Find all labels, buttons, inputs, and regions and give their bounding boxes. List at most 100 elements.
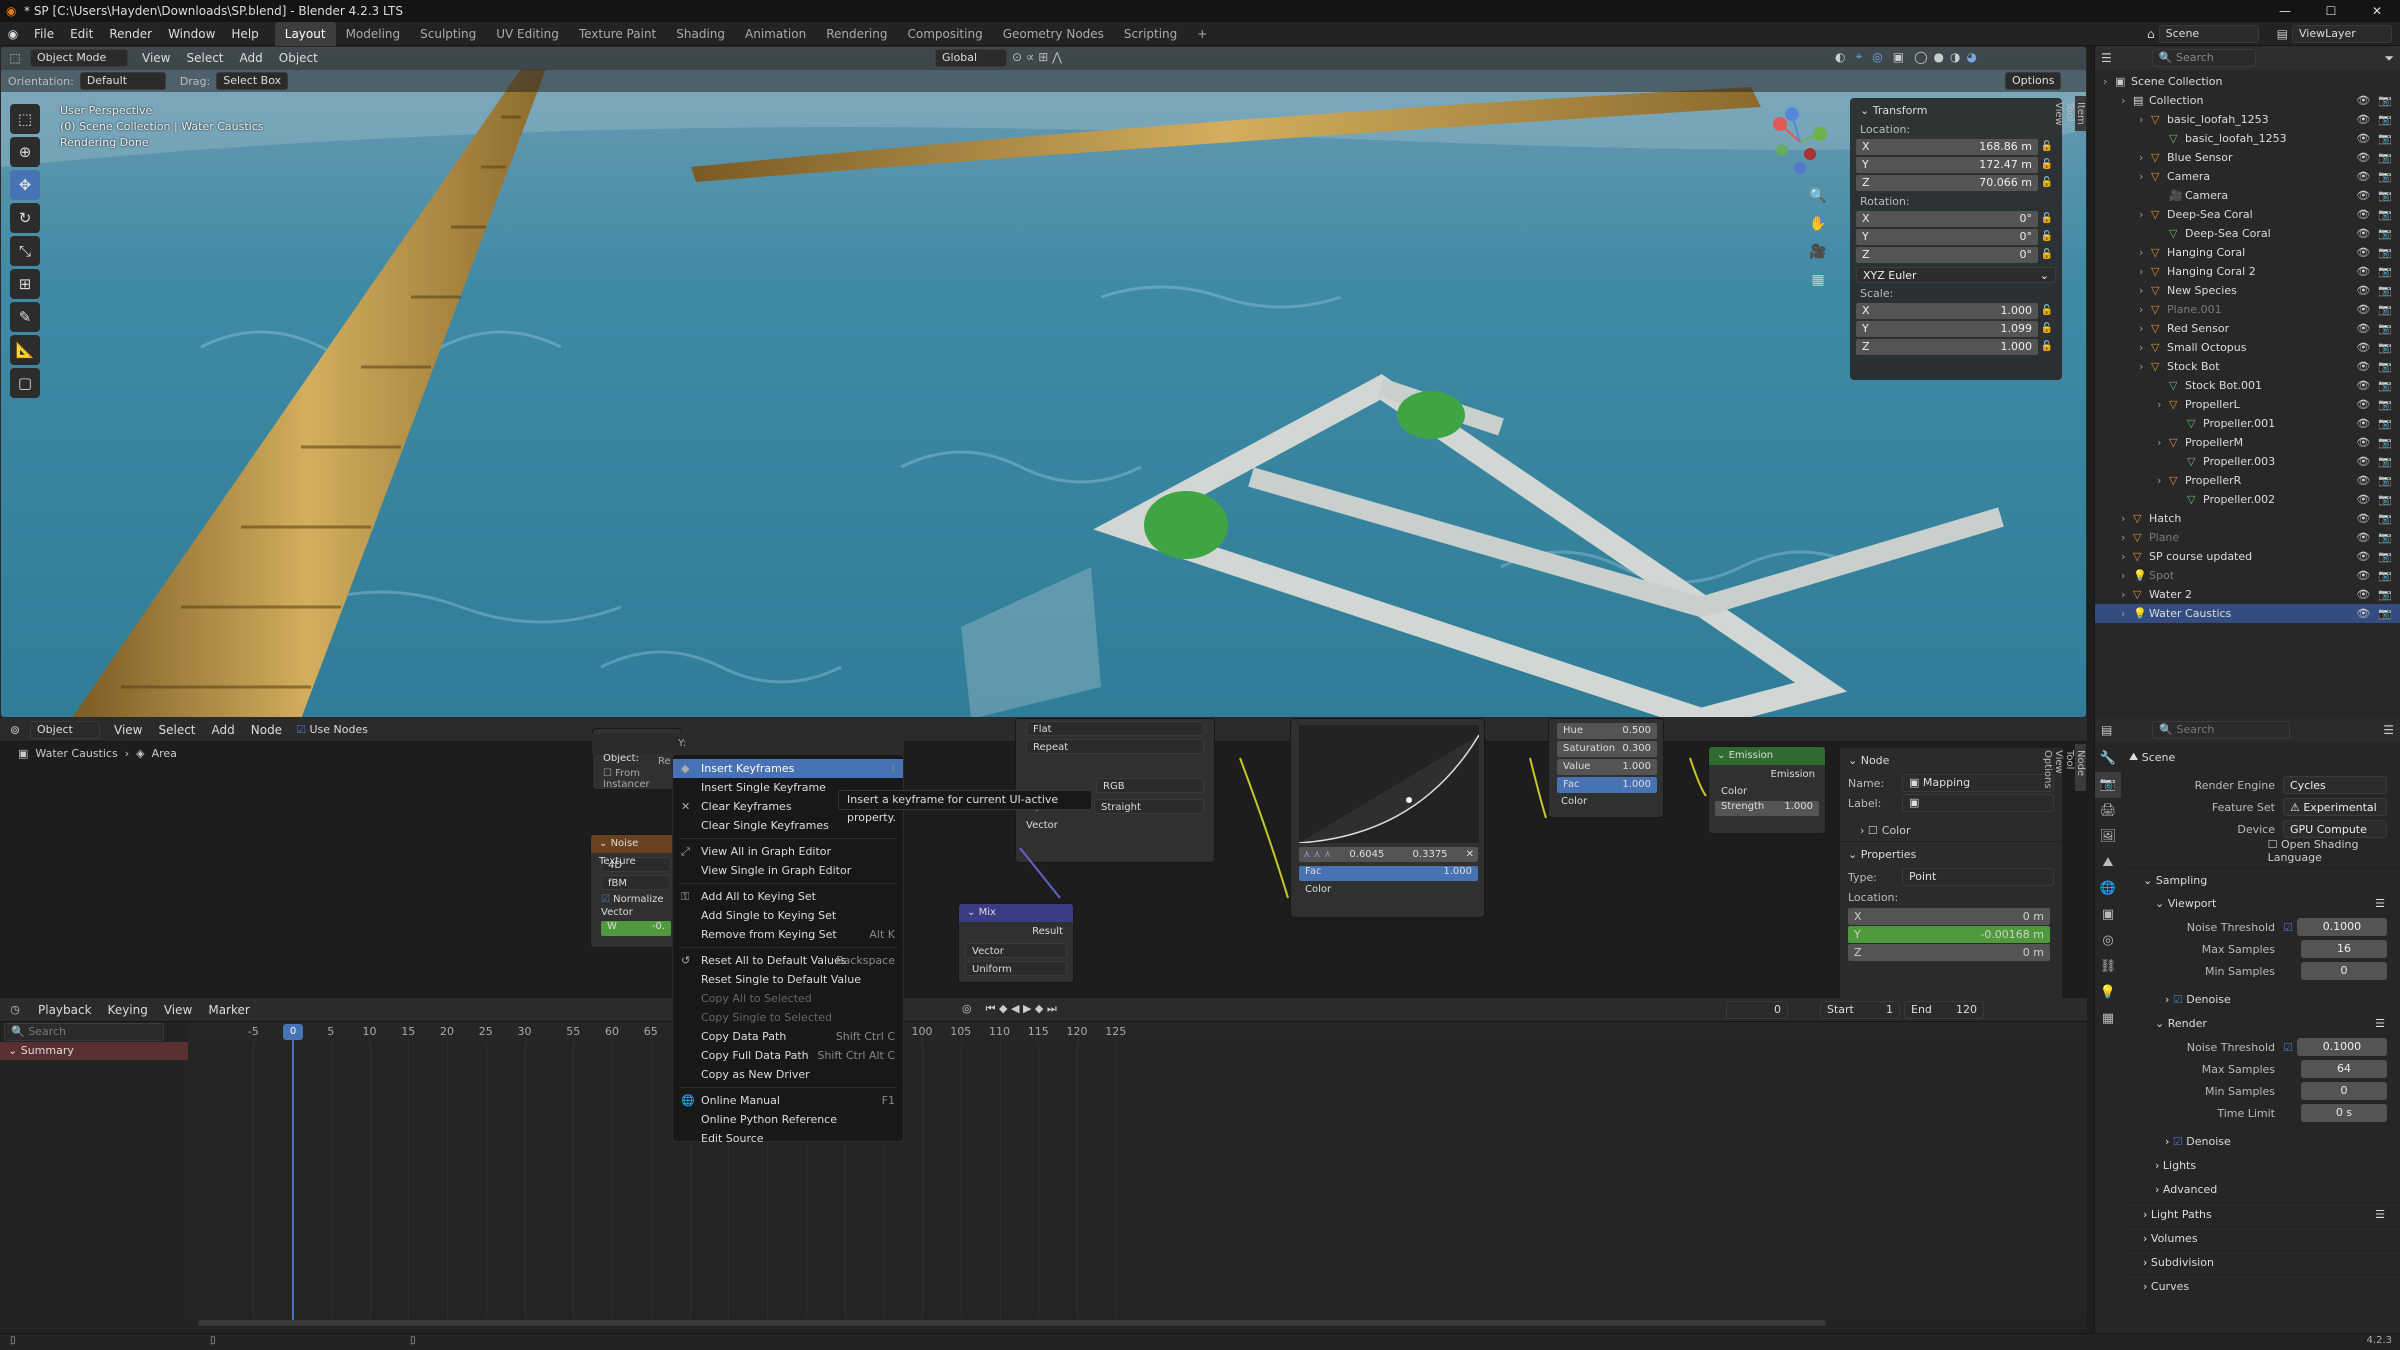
curves-section[interactable]: › Curves (2125, 1274, 2400, 1298)
visibility-eye-icon[interactable]: 👁 (2356, 151, 2370, 164)
view-layer-tab-icon[interactable]: 🖼 (2095, 824, 2121, 850)
visibility-eye-icon[interactable]: 👁 (2356, 474, 2370, 487)
expand-chevron-icon[interactable]: › (2139, 110, 2151, 129)
scale-x-field[interactable]: X 1.000 (1856, 302, 2038, 319)
tab-tool[interactable]: Tool (2064, 96, 2075, 131)
light-paths-section[interactable]: › Light Paths ☰ (2125, 1202, 2400, 1226)
tab-options[interactable]: Options (2042, 744, 2053, 795)
mapping-y-field[interactable]: Y -0.00168 m (1848, 926, 2050, 943)
tab-uv-editing[interactable]: UV Editing (486, 22, 569, 46)
scene-tab-icon[interactable]: ⛰ (2095, 850, 2121, 876)
r-min-value[interactable]: 0 (2301, 1082, 2387, 1100)
expand-chevron-icon[interactable]: › (2157, 395, 2169, 414)
visibility-eye-icon[interactable]: 👁 (2356, 455, 2370, 468)
transform-tool-icon[interactable]: ⊞ (10, 269, 40, 299)
outliner-row[interactable]: › ▽ Plane.001 👁 📷 (2095, 300, 2400, 319)
render-camera-icon[interactable]: 📷 (2378, 189, 2392, 202)
outliner-row[interactable]: › ▽ PropellerM 👁 📷 (2095, 433, 2400, 452)
play-reverse-icon[interactable]: ◀ (1011, 1002, 1019, 1015)
outliner-search-input[interactable]: 🔍 Search (2151, 49, 2256, 67)
render-camera-icon[interactable]: 📷 (2378, 569, 2392, 582)
jump-end-icon[interactable]: ⏭ (1047, 1002, 1057, 1015)
sampling-section[interactable]: ⌄ Sampling (2125, 868, 2400, 892)
feature-set-select[interactable]: ⚠ Experimental (2283, 798, 2387, 816)
tab-modeling[interactable]: Modeling (336, 22, 411, 46)
render-camera-icon[interactable]: 📷 (2378, 227, 2392, 240)
outliner-row[interactable]: ▽ Propeller.001 👁 📷 (2095, 414, 2400, 433)
lock-icon[interactable]: 🔓 (2038, 213, 2056, 224)
keyframe-area[interactable] (188, 1042, 2087, 1318)
expand-chevron-icon[interactable]: › (2121, 604, 2133, 623)
render-camera-icon[interactable]: 📷 (2378, 208, 2392, 221)
render-camera-icon[interactable]: 📷 (2378, 360, 2392, 373)
context-menu-item[interactable]: ⚿ Add All to Keying Set (673, 887, 903, 906)
expand-chevron-icon[interactable]: › (2157, 471, 2169, 490)
visibility-eye-icon[interactable]: 👁 (2356, 588, 2370, 601)
expand-chevron-icon[interactable]: › (2139, 167, 2151, 186)
vp-menu-add[interactable]: Add (232, 46, 271, 70)
outliner-row[interactable]: › ▽ PropellerL 👁 📷 (2095, 395, 2400, 414)
r-time-value[interactable]: 0 s (2301, 1104, 2387, 1122)
vp-menu-select[interactable]: Select (178, 46, 231, 70)
tab-rendering[interactable]: Rendering (816, 22, 897, 46)
move-tool-icon[interactable]: ✥ (10, 170, 40, 200)
expand-chevron-icon[interactable]: › (2157, 433, 2169, 452)
vp-menu-object[interactable]: Object (271, 46, 326, 70)
tab-item[interactable]: Item (2075, 96, 2086, 131)
expand-chevron-icon[interactable]: › (2139, 243, 2151, 262)
render-camera-icon[interactable]: 📷 (2378, 531, 2392, 544)
properties-editor-icon[interactable]: ▤ (2101, 723, 2112, 737)
visibility-eye-icon[interactable]: 👁 (2356, 493, 2370, 506)
expand-chevron-icon[interactable]: › (2139, 357, 2151, 376)
outliner-row[interactable]: › ▽ Hanging Coral 2 👁 📷 (2095, 262, 2400, 281)
context-menu-item[interactable]: Copy Data Path Shift Ctrl C (673, 1027, 903, 1046)
minimize-button[interactable]: — (2262, 0, 2308, 22)
texture-tab-icon[interactable]: ▦ (2095, 1006, 2121, 1032)
overlay-icon[interactable]: ◎ (1872, 50, 1882, 64)
outliner-row[interactable]: › ▽ Deep-Sea Coral 👁 📷 (2095, 205, 2400, 224)
outliner-row[interactable]: › ▽ basic_loofah_1253 👁 📷 (2095, 110, 2400, 129)
device-select[interactable]: GPU Compute (2283, 820, 2387, 838)
subdivision-section[interactable]: › Subdivision (2125, 1250, 2400, 1274)
vp-noise-value[interactable]: 0.1000 (2296, 918, 2387, 936)
context-menu-item[interactable]: Remove from Keying Set Alt K (673, 925, 903, 944)
render-camera-icon[interactable]: 📷 (2378, 246, 2392, 259)
lights-subsection[interactable]: › Lights (2125, 1154, 2400, 1178)
visibility-eye-icon[interactable]: 👁 (2356, 512, 2370, 525)
vp-noise-checkbox[interactable]: ☑ (2283, 921, 2293, 934)
menu-edit[interactable]: Edit (62, 22, 101, 46)
shading-rendered-icon[interactable]: ◕ (1966, 50, 1976, 64)
blender-menu-icon[interactable]: ◉ (0, 27, 26, 41)
outliner-row[interactable]: › 💡 Water Caustics 👁 📷 (2095, 604, 2400, 623)
mapping-type-select[interactable]: Point (1902, 868, 2054, 886)
vp-max-value[interactable]: 16 (2301, 940, 2387, 958)
render-camera-icon[interactable]: 📷 (2378, 170, 2392, 183)
visibility-eye-icon[interactable]: 👁 (2356, 208, 2370, 221)
viewlayer-selector[interactable]: ViewLayer (2292, 25, 2392, 43)
expand-chevron-icon[interactable]: › (2139, 319, 2151, 338)
ortho-grid-icon[interactable]: ▦ (1806, 266, 1830, 294)
visibility-eye-icon[interactable]: 👁 (2356, 569, 2370, 582)
visibility-eye-icon[interactable]: 👁 (2356, 398, 2370, 411)
node-label-input[interactable]: ▣ (1902, 794, 2054, 812)
timeline-search-input[interactable]: 🔍 Search (4, 1023, 164, 1041)
render-camera-icon[interactable]: 📷 (2378, 512, 2392, 525)
expand-chevron-icon[interactable]: › (2121, 547, 2133, 566)
xray-icon[interactable]: ▣ (1893, 50, 1904, 64)
visibility-icon[interactable]: ◐ (1835, 50, 1845, 64)
visibility-eye-icon[interactable]: 👁 (2356, 189, 2370, 202)
timeline-menu-view[interactable]: View (156, 998, 200, 1022)
render-camera-icon[interactable]: 📷 (2378, 588, 2392, 601)
outliner-row[interactable]: › ▽ Hatch 👁 📷 (2095, 509, 2400, 528)
world-tab-icon[interactable]: 🌐 (2095, 876, 2121, 902)
tab-tool[interactable]: Tool (2064, 744, 2075, 791)
tab-scripting[interactable]: Scripting (1114, 22, 1187, 46)
render-camera-icon[interactable]: 📷 (2378, 132, 2392, 145)
r-max-value[interactable]: 64 (2301, 1060, 2387, 1078)
timeline-menu-playback[interactable]: Playback (30, 998, 100, 1022)
render-camera-icon[interactable]: 📷 (2378, 398, 2392, 411)
playhead-line[interactable] (292, 1040, 294, 1322)
visibility-eye-icon[interactable]: 👁 (2356, 94, 2370, 107)
expand-chevron-icon[interactable]: › (2139, 281, 2151, 300)
expand-chevron-icon[interactable]: › (2139, 262, 2151, 281)
